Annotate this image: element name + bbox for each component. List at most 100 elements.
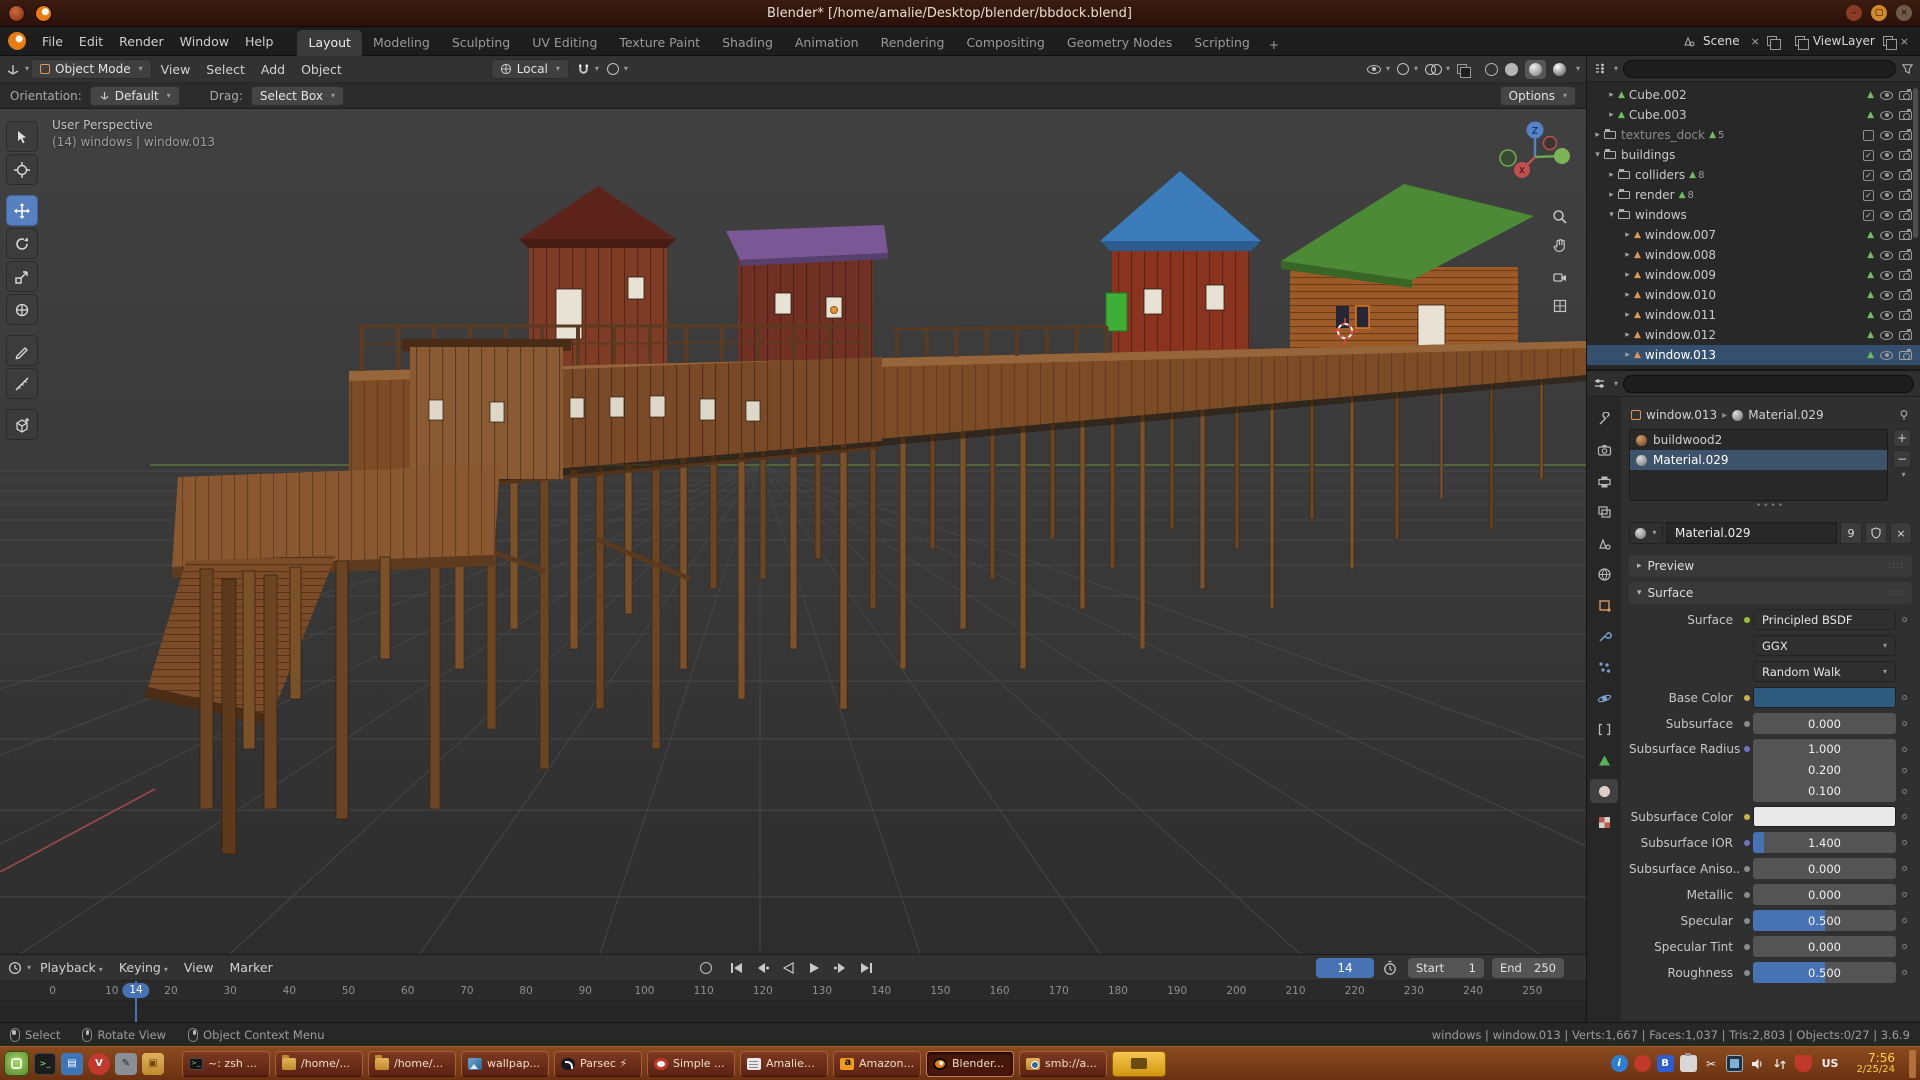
visibility-dropdown[interactable]: ▾ — [1367, 65, 1390, 74]
start-menu-button[interactable] — [4, 1051, 29, 1076]
outliner-row-colliders[interactable]: ▸colliders▲8✓ — [1587, 165, 1920, 185]
taskbar-window-amaliest[interactable]: AmalieSt... — [740, 1051, 828, 1077]
outliner-row-window-007[interactable]: ▸▲window.007▲ — [1587, 225, 1920, 245]
exclude-checkbox[interactable]: ✓ — [1863, 150, 1874, 161]
fake-user-shield-icon[interactable] — [1865, 522, 1887, 544]
taskbar-window-simple[interactable]: Simple ... — [647, 1051, 735, 1077]
taskbar-window-wallpaper[interactable]: wallpap... — [461, 1051, 549, 1077]
house-purple-roof[interactable] — [726, 225, 888, 361]
outliner-row-window-010[interactable]: ▸▲window.010▲ — [1587, 285, 1920, 305]
list-resize-grip[interactable]: •••• — [1629, 501, 1912, 513]
gizmo-x-neg-axis[interactable] — [1544, 137, 1557, 150]
view-layer-new-icon[interactable] — [1883, 36, 1893, 46]
tray-display-icon[interactable] — [1726, 1055, 1743, 1072]
render-visibility-icon[interactable] — [1899, 331, 1912, 340]
tab-shading[interactable]: Shading — [711, 30, 784, 56]
maximize-button[interactable]: ▢ — [1871, 5, 1887, 21]
render-visibility-icon[interactable] — [1899, 291, 1912, 300]
shading-material-active[interactable] — [1525, 60, 1546, 79]
launcher-editor-icon[interactable]: ✎ — [115, 1053, 137, 1075]
hide-icon[interactable] — [1880, 91, 1893, 100]
taskbar-window-amazon[interactable]: Amazon... — [833, 1051, 921, 1077]
launcher-browser-icon[interactable]: V — [88, 1053, 110, 1075]
hide-icon[interactable] — [1880, 271, 1893, 280]
tray-bluetooth-icon[interactable]: B — [1657, 1055, 1674, 1072]
tab-modeling[interactable]: Modeling — [362, 30, 441, 56]
tool-annotate[interactable] — [6, 335, 38, 366]
users-count-button[interactable]: 9 — [1840, 522, 1862, 544]
keyboard-layout-indicator[interactable]: US — [1822, 1057, 1839, 1070]
tab-scripting[interactable]: Scripting — [1183, 30, 1261, 56]
add-workspace-button[interactable]: + — [1261, 34, 1287, 56]
playhead-frame-label[interactable]: 14 — [122, 983, 149, 998]
app-menu-icon[interactable] — [8, 5, 25, 22]
taskbar-window-home-2[interactable]: /home/... — [368, 1051, 456, 1077]
editor-type-icon[interactable] — [6, 62, 20, 76]
outliner-search-input[interactable] — [1623, 60, 1896, 78]
tab-material-active[interactable] — [1590, 779, 1618, 803]
proportional-edit-icon[interactable]: ▾ — [607, 63, 628, 75]
tray-network-icon[interactable] — [1772, 1055, 1789, 1072]
tab-output[interactable] — [1590, 469, 1618, 493]
animate-dot-icon[interactable] — [1902, 695, 1907, 700]
hide-icon[interactable] — [1880, 331, 1893, 340]
blender-logo-icon[interactable] — [8, 32, 26, 50]
add-slot-button[interactable]: + — [1893, 429, 1911, 447]
tool-select-box[interactable] — [6, 121, 38, 152]
tool-transform[interactable] — [6, 294, 38, 325]
animate-dot-icon[interactable] — [1902, 970, 1907, 975]
tab-sculpting[interactable]: Sculpting — [441, 30, 521, 56]
tray-info-icon[interactable]: i — [1611, 1055, 1628, 1072]
navigation-gizmo[interactable]: Z X — [1497, 119, 1573, 195]
render-visibility-icon[interactable] — [1899, 111, 1912, 120]
animate-dot-icon[interactable] — [1902, 814, 1907, 819]
tab-view-layer[interactable] — [1590, 500, 1618, 524]
menu-tl-view[interactable]: View — [177, 957, 221, 978]
menu-help[interactable]: Help — [237, 31, 282, 52]
tab-physics[interactable] — [1590, 686, 1618, 710]
tab-object[interactable] — [1590, 593, 1618, 617]
animate-dot-icon[interactable] — [1902, 747, 1907, 752]
scene-unlink-icon[interactable]: × — [1748, 35, 1763, 48]
timeline-ruler[interactable]: 0102030405060708090100110120130140150160… — [0, 981, 1586, 1001]
tab-render[interactable] — [1590, 438, 1618, 462]
animate-dot-icon[interactable] — [1902, 944, 1907, 949]
exclude-checkbox[interactable]: ✓ — [1863, 170, 1874, 181]
animate-dot-icon[interactable] — [1902, 789, 1907, 794]
scene-new-icon[interactable] — [1767, 36, 1777, 46]
outliner-row-render[interactable]: ▸render▲8✓ — [1587, 185, 1920, 205]
outliner-scrollbar[interactable] — [1913, 88, 1918, 238]
shading-chevron-icon[interactable]: ▾ — [1576, 65, 1580, 73]
menu-object[interactable]: Object — [294, 59, 349, 80]
tab-texture[interactable] — [1590, 810, 1618, 834]
metallic-slider[interactable]: 0.000 — [1753, 884, 1896, 905]
subsurface-aniso-slider[interactable]: 0.000 — [1753, 858, 1896, 879]
subsurface-ior-slider[interactable]: 1.400 — [1753, 832, 1896, 853]
jump-to-start-icon[interactable] — [726, 958, 746, 978]
outliner-row-textures-dock[interactable]: ▸textures_dock▲5 — [1587, 125, 1920, 145]
taskbar-window-flashing[interactable] — [1112, 1051, 1166, 1077]
jump-to-end-icon[interactable] — [856, 958, 876, 978]
sss-method-dropdown[interactable]: Random Walk▾ — [1753, 661, 1896, 682]
taskbar-window-home-1[interactable]: /home/... — [275, 1051, 363, 1077]
distribution-dropdown[interactable]: GGX▾ — [1753, 635, 1896, 656]
drag-dropdown[interactable]: Select Box▾ — [251, 86, 344, 106]
shading-solid-icon[interactable] — [1505, 63, 1518, 76]
hide-icon[interactable] — [1880, 351, 1893, 360]
animate-dot-icon[interactable] — [1902, 840, 1907, 845]
menu-keying[interactable]: Keying▾ — [112, 957, 175, 978]
menu-view[interactable]: View — [154, 59, 198, 80]
selected-green-object[interactable] — [1106, 293, 1127, 331]
browse-material-button[interactable]: ▾ — [1629, 522, 1663, 544]
tab-rendering[interactable]: Rendering — [870, 30, 956, 56]
tab-geometry-nodes[interactable]: Geometry Nodes — [1056, 30, 1183, 56]
gizmo-y-axis[interactable] — [1554, 148, 1570, 164]
remove-slot-button[interactable]: − — [1893, 450, 1911, 468]
tool-move[interactable] — [6, 195, 38, 226]
hide-icon[interactable] — [1880, 111, 1893, 120]
timeline-track[interactable] — [0, 1001, 1586, 1023]
auto-key-icon[interactable] — [700, 962, 712, 974]
slot-material-029-selected[interactable]: Material.029 — [1630, 450, 1887, 470]
animate-dot-icon[interactable] — [1902, 918, 1907, 923]
render-visibility-icon[interactable] — [1899, 211, 1912, 220]
